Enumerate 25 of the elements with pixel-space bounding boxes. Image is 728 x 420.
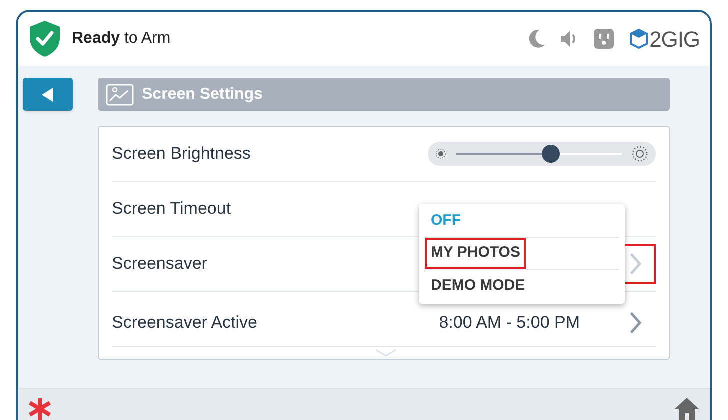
setting-label[interactable]: Screensaver: [112, 251, 208, 277]
sun-large-icon: [632, 146, 648, 162]
outlet-icon[interactable]: [594, 29, 614, 49]
cube-logo-icon: [630, 29, 648, 49]
dropdown-option[interactable]: MY PHOTOS: [425, 238, 526, 269]
scroll-down-icon: [375, 349, 397, 357]
status-text: Ready to Arm: [72, 29, 171, 49]
page-title: Screen Settings: [142, 84, 263, 104]
setting-value: 8:00 AM - 5:00 PM: [439, 312, 580, 334]
chevron-right-icon[interactable]: [630, 312, 642, 334]
home-icon[interactable]: [674, 396, 700, 420]
brightness-slider[interactable]: [428, 142, 656, 166]
dropdown-option[interactable]: DEMO MODE: [425, 270, 532, 302]
asterisk-icon[interactable]: [28, 396, 52, 420]
back-arrow-icon: [42, 88, 54, 102]
moon-icon[interactable]: [528, 29, 546, 49]
sun-small-icon: [436, 149, 446, 159]
setting-label[interactable]: Screen Brightness: [112, 141, 251, 167]
setting-label[interactable]: Screen Timeout: [112, 196, 232, 222]
shield-check-icon: [28, 20, 62, 58]
brand-logo-text: 2GIG: [650, 26, 700, 54]
slider-thumb[interactable]: [542, 145, 560, 163]
picture-icon: [106, 84, 134, 106]
back-button[interactable]: [23, 78, 73, 111]
setting-label[interactable]: Screensaver Active: [112, 310, 258, 336]
